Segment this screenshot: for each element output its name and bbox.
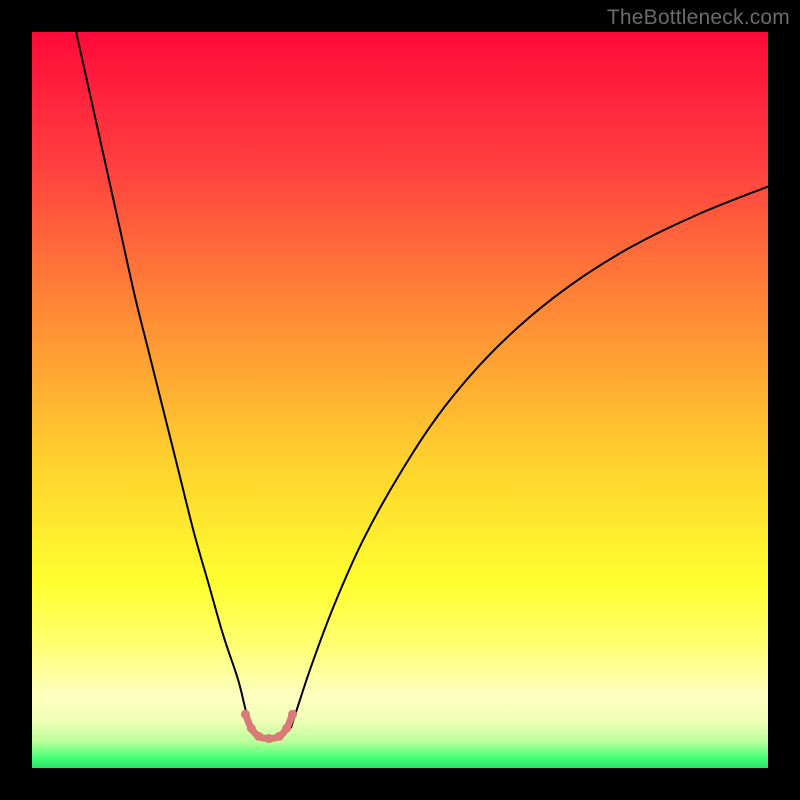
trough-dot-2 xyxy=(254,732,263,741)
trough-dot-6 xyxy=(288,710,297,719)
trough-dot-0 xyxy=(241,710,250,719)
trough-dot-5 xyxy=(282,724,291,733)
chart-frame: TheBottleneck.com xyxy=(0,0,800,800)
plot-area xyxy=(32,32,768,768)
watermark-text: TheBottleneck.com xyxy=(607,6,790,30)
trough-dot-4 xyxy=(275,732,284,741)
trough-dot-3 xyxy=(264,734,273,743)
trough-dot-1 xyxy=(247,724,256,733)
chart-svg xyxy=(32,32,768,768)
gradient-background xyxy=(32,32,768,768)
